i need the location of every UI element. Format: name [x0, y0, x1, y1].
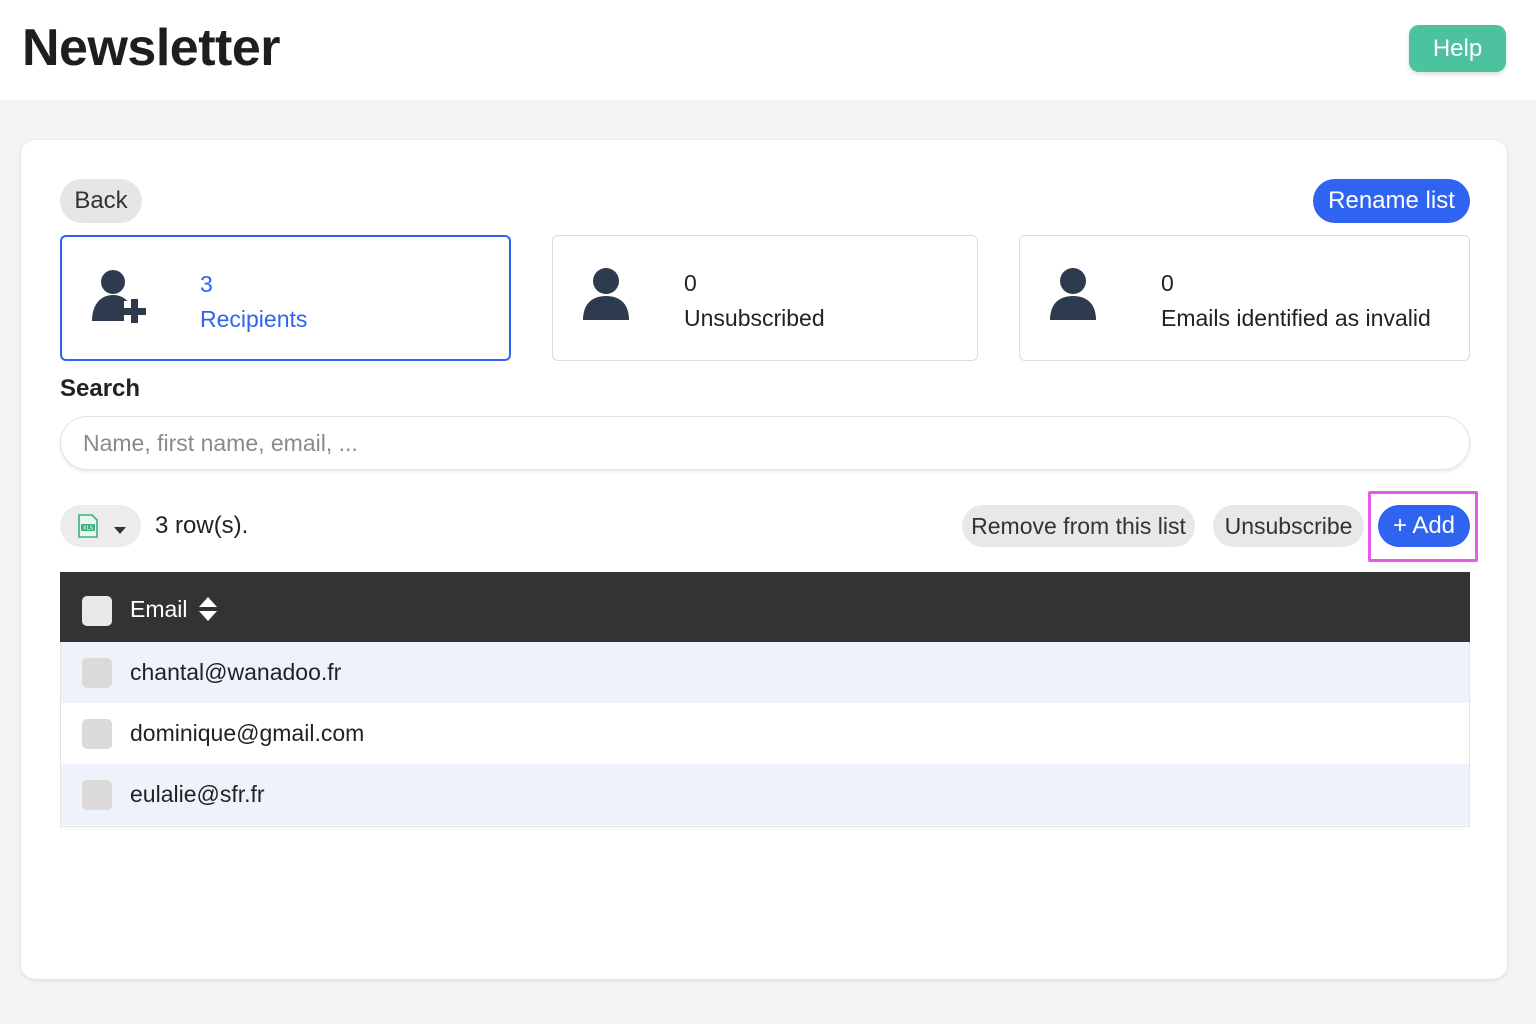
stat-invalid-count: 0	[1161, 270, 1174, 296]
search-input[interactable]	[60, 416, 1470, 470]
chevron-down-icon	[113, 522, 127, 540]
search-label: Search	[60, 375, 141, 402]
user-plus-icon	[90, 267, 146, 328]
svg-text:XLS: XLS	[83, 526, 94, 532]
export-dropdown-button[interactable]: XLS	[60, 505, 141, 547]
unsubscribe-button[interactable]: Unsubscribe	[1213, 505, 1364, 547]
stat-recipients-count: 3	[200, 271, 213, 297]
stat-unsubscribed-label: Unsubscribed	[684, 305, 825, 331]
column-header-email[interactable]: Email	[130, 596, 188, 623]
user-icon	[581, 266, 631, 327]
sort-icon[interactable]	[198, 596, 218, 627]
stat-unsubscribed[interactable]: 0 Unsubscribed	[552, 235, 978, 361]
select-all-checkbox[interactable]	[82, 596, 112, 626]
back-button[interactable]: Back	[60, 179, 142, 223]
table-row[interactable]: eulalie@sfr.fr	[61, 764, 1469, 825]
email-cell: chantal@wanadoo.fr	[130, 659, 342, 685]
recipients-table: Email chantal@wanadoo.fr dominique@gmail…	[60, 572, 1470, 827]
stat-invalid-emails[interactable]: 0 Emails identified as invalid	[1019, 235, 1470, 361]
table-row[interactable]: dominique@gmail.com	[61, 703, 1469, 764]
row-checkbox[interactable]	[82, 780, 112, 810]
rename-list-button[interactable]: Rename list	[1313, 179, 1470, 223]
table-row[interactable]: chantal@wanadoo.fr	[61, 642, 1469, 703]
user-icon	[1048, 266, 1098, 327]
row-checkbox[interactable]	[82, 658, 112, 688]
stat-invalid-label: Emails identified as invalid	[1161, 305, 1431, 331]
excel-icon: XLS	[77, 514, 99, 543]
add-button[interactable]: + Add	[1378, 505, 1470, 547]
stat-recipients-label: Recipients	[200, 306, 308, 332]
email-cell: eulalie@sfr.fr	[130, 781, 265, 807]
rows-count: 3 row(s).	[155, 512, 249, 539]
table-header: Email	[60, 572, 1470, 642]
remove-from-list-button[interactable]: Remove from this list	[962, 505, 1195, 547]
row-checkbox[interactable]	[82, 719, 112, 749]
email-cell: dominique@gmail.com	[130, 720, 365, 746]
help-button[interactable]: Help	[1409, 25, 1506, 72]
list-card: Back Rename list 3 Recipients 0 Unsubscr…	[21, 140, 1507, 979]
top-bar: Newsletter Help	[0, 0, 1536, 100]
stat-unsubscribed-count: 0	[684, 270, 697, 296]
page-title: Newsletter	[22, 19, 281, 77]
stat-recipients[interactable]: 3 Recipients	[60, 235, 511, 361]
